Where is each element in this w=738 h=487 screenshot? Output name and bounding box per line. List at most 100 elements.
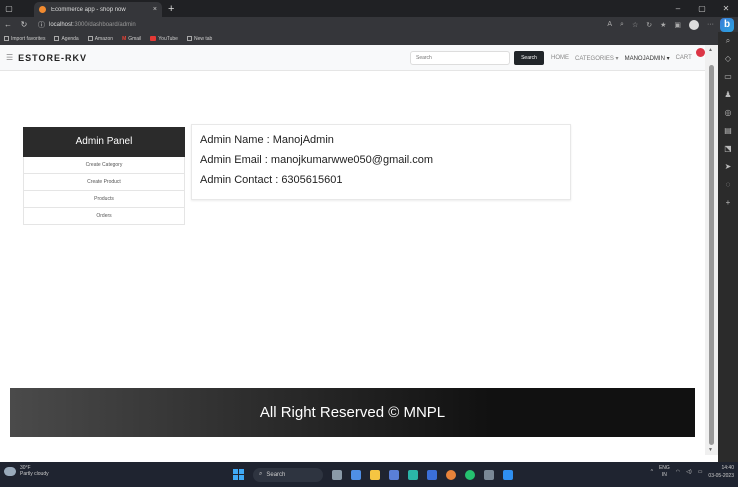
- site-footer: All Right Reserved © MNPL: [10, 388, 695, 437]
- scroll-up-icon[interactable]: ▲: [708, 47, 713, 53]
- tab-favicon-icon: [39, 6, 46, 13]
- bing-icon[interactable]: b: [720, 18, 734, 32]
- tray-chevron-icon[interactable]: ^: [651, 469, 653, 475]
- nav-cart[interactable]: CART: [676, 55, 692, 61]
- admin-contact: Admin Contact : 6305615601: [200, 174, 343, 186]
- new-tab-button[interactable]: +: [168, 3, 174, 15]
- search-button[interactable]: Search: [514, 51, 544, 65]
- window-controls: – ▢ ✕: [666, 0, 738, 17]
- windows-start-icon[interactable]: [233, 469, 244, 480]
- more-options-icon[interactable]: ···: [707, 21, 714, 28]
- nav-user[interactable]: MANOJADMIN ▾: [625, 55, 670, 62]
- profile-avatar[interactable]: [689, 19, 699, 30]
- search-sidebar-icon[interactable]: ⌕: [726, 32, 730, 50]
- close-window-icon[interactable]: ✕: [714, 0, 738, 17]
- tab-close-icon[interactable]: ×: [153, 6, 157, 13]
- browser-titlebar: ▢ Ecommerce app - shop now × + – ▢ ✕: [0, 0, 738, 17]
- chrome-icon[interactable]: [446, 469, 456, 480]
- tools-icon[interactable]: ⬔: [724, 140, 732, 158]
- nav-categories[interactable]: CATEGORIES ▾: [575, 55, 619, 62]
- favorites-newtab[interactable]: New tab: [186, 36, 212, 42]
- favorites-import[interactable]: Import favorites: [4, 36, 45, 42]
- search-input[interactable]: [410, 51, 510, 65]
- games-icon[interactable]: ♟: [724, 86, 731, 104]
- favorites-gmail[interactable]: M Gmail: [122, 36, 141, 42]
- edge-sidebar: ⌕ ◇ ▭ ♟ ◎ ▤ ⬔ ➤ ◌ +: [718, 32, 738, 462]
- send-icon[interactable]: ➤: [725, 158, 732, 176]
- terminal-icon[interactable]: [484, 469, 494, 480]
- create-category-link[interactable]: Create Category: [23, 157, 185, 174]
- briefcase-icon[interactable]: ▭: [724, 68, 732, 86]
- zoom-icon[interactable]: ⌕: [620, 21, 624, 29]
- vscode-icon[interactable]: [503, 469, 513, 480]
- admin-panel-title: Admin Panel: [23, 127, 185, 157]
- address-bar: ← ↻ ⓘ localhost :3000/dashboard/admin A …: [0, 17, 738, 32]
- store-icon[interactable]: [389, 469, 399, 480]
- widgets-icon[interactable]: [332, 469, 342, 480]
- clock[interactable]: 14:40 03-05-2023: [708, 464, 734, 480]
- language-indicator[interactable]: ENG IN: [659, 465, 670, 479]
- volume-icon[interactable]: ◁): [686, 469, 692, 475]
- browser-tab[interactable]: Ecommerce app - shop now ×: [34, 2, 162, 17]
- outlook-icon[interactable]: ▤: [724, 122, 732, 140]
- edge-icon[interactable]: [408, 469, 418, 480]
- weather-widget[interactable]: 30°F Partly cloudy: [4, 465, 49, 477]
- url-field[interactable]: ⓘ localhost :3000/dashboard/admin: [38, 20, 136, 30]
- favorites-agenda[interactable]: Agenda: [54, 36, 79, 42]
- taskbar-search[interactable]: ⌕ Search: [253, 467, 323, 482]
- create-product-link[interactable]: Create Product: [23, 174, 185, 191]
- favorites-amazon[interactable]: Amazon: [87, 36, 113, 42]
- admin-email: Admin Email : manojkumarwwe050@gmail.com: [200, 154, 434, 166]
- favorites-bar: Import favorites Agenda Amazon M Gmail Yo…: [0, 32, 718, 45]
- favorite-star-icon[interactable]: ☆: [632, 21, 638, 29]
- admin-name: Admin Name : ManojAdmin: [200, 134, 334, 146]
- favorites-youtube[interactable]: YouTube: [150, 36, 178, 42]
- web-page: ☰ ESTORE-RKV Search HOME CATEGORIES ▾ MA…: [0, 45, 705, 455]
- refresh-page-icon[interactable]: ↻: [646, 21, 652, 29]
- add-sidebar-icon[interactable]: +: [726, 194, 731, 212]
- gmail-icon: M: [122, 35, 127, 42]
- window-menu-icon[interactable]: ▢: [2, 0, 16, 17]
- brand-name: ESTORE-RKV: [18, 52, 88, 63]
- wifi-icon[interactable]: ◠: [676, 469, 680, 475]
- url-host: localhost: [49, 21, 73, 28]
- collections-icon[interactable]: ▣: [674, 21, 681, 29]
- task-view-icon[interactable]: [351, 469, 361, 480]
- nav-links: HOME CATEGORIES ▾ MANOJADMIN ▾ CART: [551, 45, 692, 71]
- products-link[interactable]: Products: [23, 191, 185, 208]
- admin-info-card: Admin Name : ManojAdmin Admin Email : ma…: [191, 124, 571, 200]
- orders-link[interactable]: Orders: [23, 208, 185, 225]
- tag-icon[interactable]: ◇: [725, 50, 731, 68]
- read-aloud-icon[interactable]: A: [607, 21, 612, 28]
- scrollbar-thumb[interactable]: [709, 65, 714, 445]
- brand-logo[interactable]: ☰ ESTORE-RKV: [6, 53, 87, 63]
- search-icon: ⌕: [259, 471, 263, 477]
- whatsapp-icon[interactable]: [465, 469, 475, 480]
- calculator-icon[interactable]: [427, 469, 437, 480]
- import-icon: [4, 36, 9, 41]
- scroll-down-icon[interactable]: ▼: [708, 447, 713, 453]
- refresh-icon[interactable]: ↻: [16, 20, 32, 29]
- tab-title: Ecommerce app - shop now: [51, 6, 126, 13]
- page-icon: [186, 36, 192, 41]
- system-tray: ^ ENG IN ◠ ◁) ▭ 14:40 03-05-2023: [651, 464, 734, 480]
- maximize-icon[interactable]: ▢: [690, 0, 714, 17]
- page-scrollbar[interactable]: ▲ ▼: [705, 45, 718, 455]
- page-icon: [54, 36, 60, 41]
- battery-icon[interactable]: ▭: [698, 469, 703, 475]
- back-icon[interactable]: ←: [0, 20, 16, 29]
- page-icon: [87, 36, 93, 41]
- favorites-icon[interactable]: ★: [660, 21, 666, 29]
- file-explorer-icon[interactable]: [370, 469, 380, 480]
- weather-desc: Partly cloudy: [20, 471, 49, 477]
- admin-panel: Admin Panel Create Category Create Produ…: [23, 127, 185, 225]
- drop-icon[interactable]: ◌: [726, 176, 731, 194]
- cart-badge: [696, 48, 705, 57]
- browser-toolbar-icons: A ⌕ ☆ ↻ ★ ▣ ···: [607, 17, 714, 32]
- minimize-icon[interactable]: –: [666, 0, 690, 17]
- cloud-icon: [4, 466, 16, 476]
- nav-home[interactable]: HOME: [551, 55, 569, 61]
- site-info-icon[interactable]: ⓘ: [38, 20, 45, 30]
- office-icon[interactable]: ◎: [725, 104, 732, 122]
- youtube-icon: [150, 36, 157, 41]
